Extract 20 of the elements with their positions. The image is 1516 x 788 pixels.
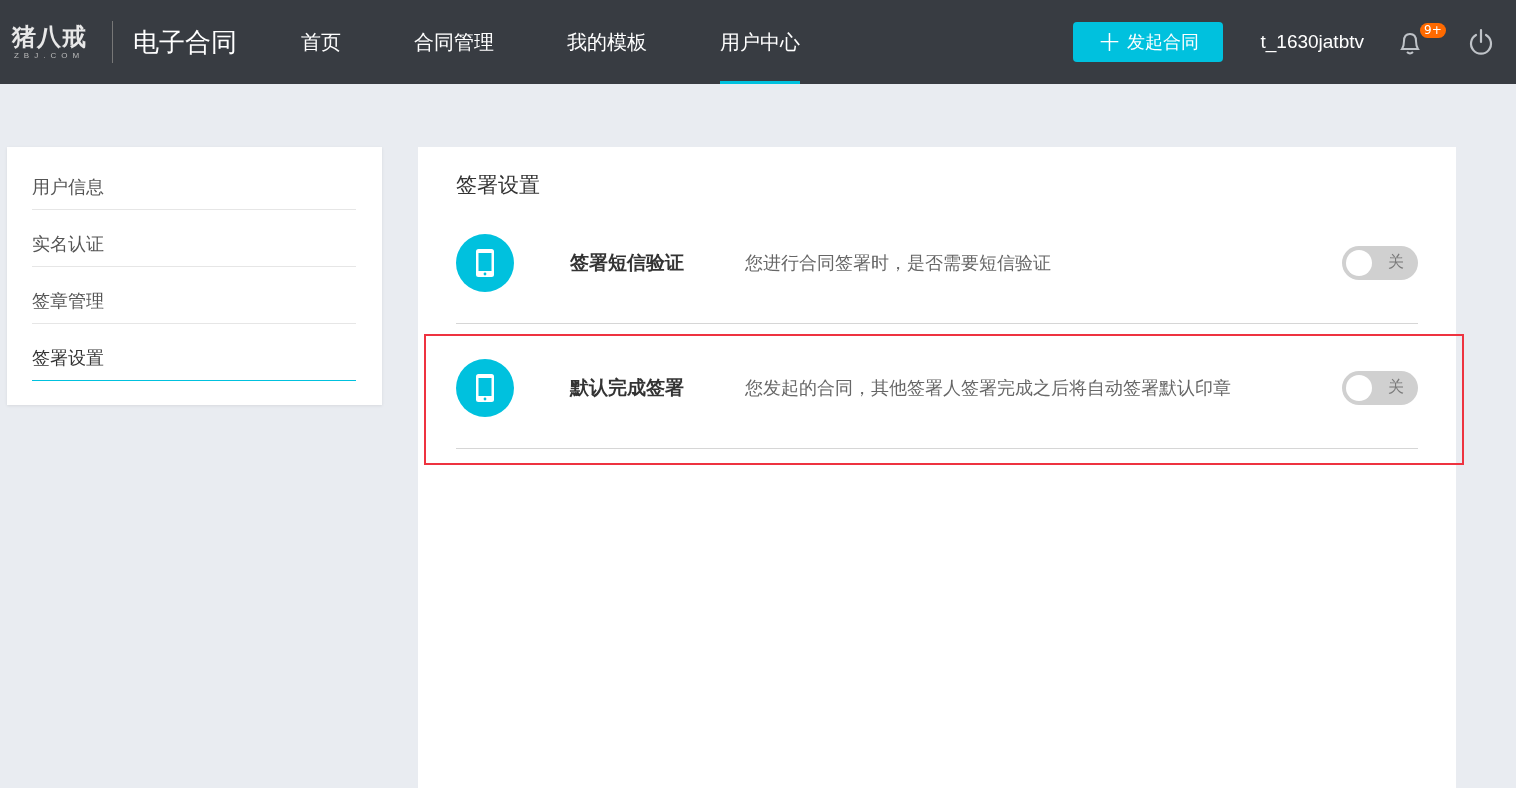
sidebar-item[interactable]: 签章管理 [32, 279, 356, 324]
setting-description: 您发起的合同，其他签署人签署完成之后将自动签署默认印章 [745, 376, 1231, 400]
phone-icon [456, 359, 514, 417]
sidebar-item[interactable]: 用户信息 [32, 165, 356, 210]
username[interactable]: t_1630jatbtv [1260, 31, 1364, 53]
phone-icon [456, 234, 514, 292]
sidebar-item[interactable]: 实名认证 [32, 222, 356, 267]
sidebar-item[interactable]: 签署设置 [32, 336, 356, 381]
nav-tab[interactable]: 用户中心 [720, 0, 800, 84]
nav-tab[interactable]: 我的模板 [567, 0, 647, 84]
setting-description: 您进行合同签署时，是否需要短信验证 [745, 251, 1051, 275]
nav-tab[interactable]: 合同管理 [414, 0, 494, 84]
notification-badge: 9+ [1420, 23, 1446, 38]
panel-title: 签署设置 [456, 172, 541, 199]
setting-name: 默认完成签署 [570, 375, 685, 400]
app-title: 电子合同 [133, 25, 237, 59]
bell-icon[interactable] [1400, 33, 1420, 55]
logo[interactable]: 猪八戒 ZBJ.COM [8, 24, 90, 60]
setting-name: 签署短信验证 [570, 250, 685, 275]
nav-tab[interactable]: 首页 [301, 0, 341, 84]
